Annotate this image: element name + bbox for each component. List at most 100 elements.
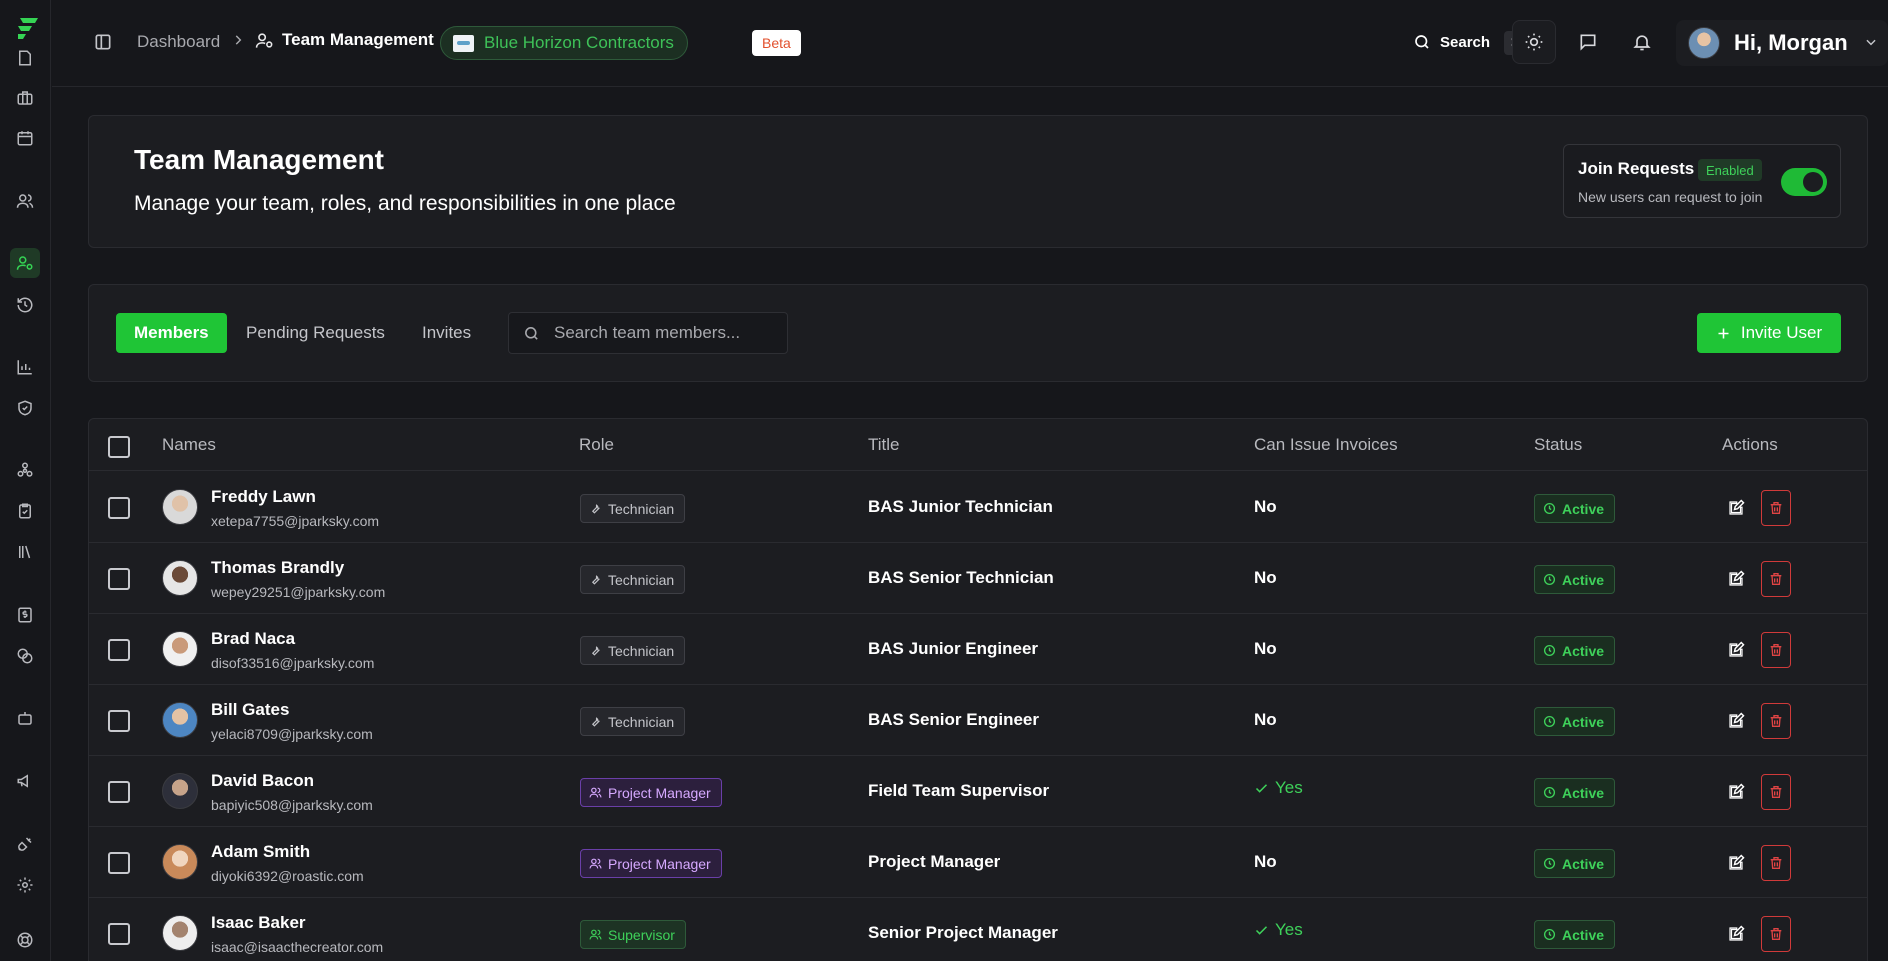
theme-toggle-button[interactable] xyxy=(1512,20,1556,64)
bar-chart-icon[interactable] xyxy=(10,352,40,382)
column-header-actions: Actions xyxy=(1722,435,1778,454)
life-buoy-icon[interactable] xyxy=(10,925,40,955)
invite-user-button[interactable]: Invite User xyxy=(1697,313,1841,353)
sidebar-toggle-icon[interactable] xyxy=(93,32,113,52)
file-icon[interactable] xyxy=(10,43,40,73)
megaphone-icon[interactable] xyxy=(10,766,40,796)
role-badge: Project Manager xyxy=(580,778,722,807)
delete-button[interactable] xyxy=(1761,703,1791,739)
table-row[interactable]: Adam Smith diyoki6392@roastic.com Projec… xyxy=(89,827,1867,898)
table-row[interactable]: Thomas Brandly wepey29251@jparksky.com T… xyxy=(89,543,1867,614)
delete-button[interactable] xyxy=(1761,774,1791,810)
users-icon xyxy=(589,786,602,799)
trash-icon xyxy=(1768,571,1784,587)
status-badge: Enabled xyxy=(1698,159,1762,181)
row-checkbox[interactable] xyxy=(108,852,130,874)
row-checkbox[interactable] xyxy=(108,710,130,732)
status-badge: Active xyxy=(1534,565,1616,594)
delete-button[interactable] xyxy=(1761,845,1791,881)
table-row[interactable]: Freddy Lawn xetepa7755@jparksky.com Tech… xyxy=(89,472,1867,543)
member-name: Bill Gates xyxy=(211,700,290,719)
clipboard-check-icon[interactable] xyxy=(10,496,40,526)
tab-pending-requests[interactable]: Pending Requests xyxy=(228,313,403,353)
notifications-button[interactable] xyxy=(1620,20,1664,64)
history-icon[interactable] xyxy=(10,290,40,320)
table-row[interactable]: David Bacon bapiyic508@jparksky.com Proj… xyxy=(89,756,1867,827)
column-header-title[interactable]: Title xyxy=(868,435,900,455)
member-title: Project Manager xyxy=(868,852,1001,871)
column-header-invoices[interactable]: Can Issue Invoices xyxy=(1254,435,1398,455)
delete-button[interactable] xyxy=(1761,490,1791,526)
breadcrumb-dashboard[interactable]: Dashboard xyxy=(137,32,220,52)
edit-button[interactable] xyxy=(1721,634,1751,666)
app-logo-icon[interactable] xyxy=(14,14,42,42)
row-checkbox[interactable] xyxy=(108,639,130,661)
status-label: Active xyxy=(1562,713,1605,730)
column-header-names[interactable]: Names xyxy=(162,435,216,455)
briefcase-icon[interactable] xyxy=(10,83,40,113)
delete-button[interactable] xyxy=(1761,632,1791,668)
search-label: Search xyxy=(1440,33,1491,51)
tab-invites[interactable]: Invites xyxy=(404,313,489,353)
coins-icon[interactable] xyxy=(10,641,40,671)
tab-members[interactable]: Members xyxy=(116,313,227,353)
calendar-icon[interactable] xyxy=(10,123,40,153)
delete-button[interactable] xyxy=(1761,916,1791,952)
select-all-checkbox[interactable] xyxy=(108,436,130,458)
users-icon[interactable] xyxy=(10,186,40,216)
row-checkbox[interactable] xyxy=(108,781,130,803)
row-checkbox[interactable] xyxy=(108,923,130,945)
role-badge: Supervisor xyxy=(580,920,686,949)
library-icon[interactable] xyxy=(10,537,40,567)
user-cog-icon[interactable] xyxy=(10,248,40,278)
status-badge: Active xyxy=(1534,849,1616,878)
edit-button[interactable] xyxy=(1721,705,1751,737)
edit-button[interactable] xyxy=(1721,918,1751,950)
invoices-value: No xyxy=(1254,497,1277,516)
join-requests-description: New users can request to join xyxy=(1578,189,1763,205)
edit-icon xyxy=(1727,641,1745,659)
trash-icon xyxy=(1768,784,1784,800)
chevron-right-icon xyxy=(231,33,245,47)
search-field xyxy=(508,312,788,354)
settings-icon[interactable] xyxy=(10,870,40,900)
table-row[interactable]: Bill Gates yelaci8709@jparksky.com Techn… xyxy=(89,685,1867,756)
status-badge: Active xyxy=(1534,636,1616,665)
row-checkbox[interactable] xyxy=(108,568,130,590)
user-menu[interactable]: Hi, Morgan xyxy=(1676,20,1888,66)
role-label: Project Manager xyxy=(608,855,711,872)
company-selector[interactable]: Blue Horizon Contractors xyxy=(440,26,688,60)
table-row[interactable]: Isaac Baker isaac@isaacthecreator.com Su… xyxy=(89,898,1867,961)
search-input[interactable] xyxy=(554,323,774,343)
avatar xyxy=(162,560,198,596)
delete-button[interactable] xyxy=(1761,561,1791,597)
column-header-role[interactable]: Role xyxy=(579,435,614,455)
avatar xyxy=(162,631,198,667)
member-email: disof33516@jparksky.com xyxy=(211,655,375,671)
bot-icon[interactable] xyxy=(10,703,40,733)
member-title: BAS Senior Engineer xyxy=(868,710,1039,729)
clock-icon xyxy=(1543,857,1556,870)
member-email: xetepa7755@jparksky.com xyxy=(211,513,380,529)
network-icon[interactable] xyxy=(10,455,40,485)
trash-icon xyxy=(1768,713,1784,729)
table-row[interactable]: Brad Naca disof33516@jparksky.com Techni… xyxy=(89,614,1867,685)
plug-icon[interactable] xyxy=(10,829,40,859)
edit-button[interactable] xyxy=(1721,776,1751,808)
messages-button[interactable] xyxy=(1566,20,1610,64)
global-search-button[interactable]: Search xyxy=(1413,33,1490,51)
join-requests-toggle[interactable] xyxy=(1781,168,1827,196)
edit-button[interactable] xyxy=(1721,492,1751,524)
row-checkbox[interactable] xyxy=(108,497,130,519)
receipt-icon[interactable] xyxy=(10,600,40,630)
can-issue-invoices: No xyxy=(1254,568,1277,588)
edit-button[interactable] xyxy=(1721,563,1751,595)
member-title: BAS Junior Engineer xyxy=(868,639,1039,658)
shield-check-icon[interactable] xyxy=(10,393,40,423)
company-logo xyxy=(453,34,474,52)
beta-badge: Beta xyxy=(752,30,801,56)
edit-button[interactable] xyxy=(1721,847,1751,879)
column-header-status[interactable]: Status xyxy=(1534,435,1582,455)
edit-icon xyxy=(1727,712,1745,730)
user-greeting: Hi, Morgan xyxy=(1734,30,1848,55)
